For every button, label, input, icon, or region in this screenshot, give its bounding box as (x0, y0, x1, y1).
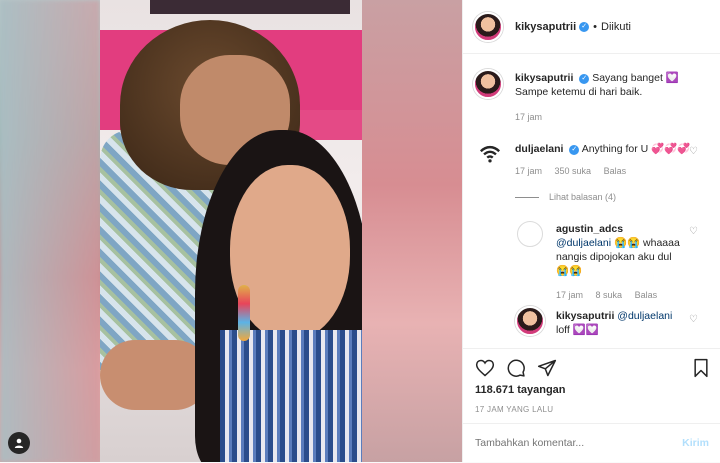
reply-text-b: nangis dipojokan aku dul (556, 251, 672, 263)
caption: kikysaputrii ✓ Sayang banget 💟 Sampe ket… (515, 71, 711, 122)
comment-time: 17 jam (515, 166, 543, 176)
heart-icon[interactable]: ♡ (689, 227, 699, 237)
comment-likes[interactable]: 350 suka (555, 166, 592, 176)
verified-icon: ✓ (579, 21, 590, 32)
author-avatar[interactable] (473, 11, 503, 42)
reply: kikysaputrii @duljaelani loff 💟💟 (556, 309, 691, 337)
reply-meta: 17 jam 8 suka Balas (556, 290, 691, 300)
follow-status-button[interactable]: Diikuti (601, 21, 631, 33)
post-video[interactable] (100, 0, 362, 462)
view-replies-label: Lihat balasan (4) (549, 192, 617, 202)
photo-person2-shirt (220, 330, 362, 462)
media-area (0, 0, 462, 462)
reply-avatar-wrap (515, 306, 545, 336)
reply-text-c: 😭😭 (556, 265, 583, 277)
photo-hand (100, 340, 210, 410)
reply-username[interactable]: agustin_adcs (556, 223, 623, 235)
add-comment-bar: Kirim (463, 423, 720, 463)
wifi-icon (479, 145, 501, 163)
blurred-background-right (362, 0, 462, 462)
heart-icon[interactable]: ♡ (689, 315, 699, 325)
send-button[interactable]: Kirim (682, 437, 709, 449)
reply-mention[interactable]: @duljaelani (556, 237, 611, 249)
comment-avatar-wrap (475, 139, 505, 169)
caption-avatar-wrap (473, 69, 503, 99)
reply-avatar[interactable] (517, 221, 543, 247)
caption-text-line1: Sayang banget 💟 (592, 72, 679, 84)
comment-username[interactable]: duljaelani (515, 143, 563, 155)
reply-time: 17 jam (556, 290, 584, 300)
reply-avatar-wrap (517, 221, 543, 247)
reply-avatar[interactable] (515, 306, 545, 336)
post-time: 17 JAM YANG LALU (475, 405, 554, 414)
share-icon[interactable] (537, 358, 557, 378)
caption-text-line2: Sampe ketemu di hari baik. (515, 86, 643, 98)
post-actions: 118.671 tayangan 17 JAM YANG LALU Kirim (463, 348, 720, 462)
comment-text: Anything for U 💞💞💞 (581, 143, 691, 155)
comment-meta: 17 jam 350 suka Balas (515, 166, 695, 176)
heart-icon[interactable]: ♡ (689, 147, 699, 157)
photo-tv (150, 0, 350, 14)
like-heart-icon[interactable] (475, 358, 495, 378)
post-header: kikysaputrii ✓ • Diikuti (463, 0, 720, 54)
verified-icon: ✓ (569, 145, 580, 155)
reply-text-a: 😭😭 whaaaa (613, 237, 680, 249)
bookmark-icon (694, 358, 708, 378)
bookmark-button[interactable] (691, 358, 711, 383)
caption-meta: 17 jam (515, 112, 711, 122)
caption-avatar[interactable] (473, 69, 503, 99)
comments-list[interactable]: kikysaputrii ✓ Sayang banget 💟 Sampe ket… (463, 55, 720, 348)
comment: duljaelani ✓ Anything for U 💞💞💞 17 jam 3… (515, 142, 695, 176)
reply-reply-button[interactable]: Balas (635, 290, 658, 300)
comment-reply-button[interactable]: Balas (604, 166, 627, 176)
blurred-background-left (0, 0, 100, 462)
comment-input[interactable] (475, 437, 665, 449)
reply-likes[interactable]: 8 suka (596, 290, 623, 300)
instagram-post-modal: kikysaputrii ✓ • Diikuti kikysaputrii ✓ … (0, 0, 720, 462)
header-separator: • (593, 20, 597, 33)
view-replies-button[interactable]: Lihat balasan (4) (515, 192, 626, 202)
author-username[interactable]: kikysaputrii (515, 21, 576, 33)
reply-username[interactable]: kikysaputrii (556, 310, 614, 322)
divider-line (515, 197, 539, 199)
caption-time: 17 jam (515, 112, 543, 122)
verified-icon: ✓ (579, 74, 590, 84)
user-icon (14, 438, 24, 448)
action-icons (475, 358, 557, 378)
tagged-users-button[interactable] (8, 432, 30, 454)
photo-earring (238, 285, 250, 341)
post-side-panel: kikysaputrii ✓ • Diikuti kikysaputrii ✓ … (462, 0, 720, 462)
comment-avatar[interactable] (475, 139, 505, 169)
reply: agustin_adcs @duljaelani 😭😭 whaaaa nangi… (556, 222, 691, 300)
reply-mention[interactable]: @duljaelani (617, 310, 672, 322)
view-count[interactable]: 118.671 tayangan (475, 384, 566, 396)
comment-icon[interactable] (506, 358, 526, 378)
caption-username[interactable]: kikysaputrii (515, 72, 573, 84)
reply-text: loff 💟💟 (556, 324, 599, 336)
